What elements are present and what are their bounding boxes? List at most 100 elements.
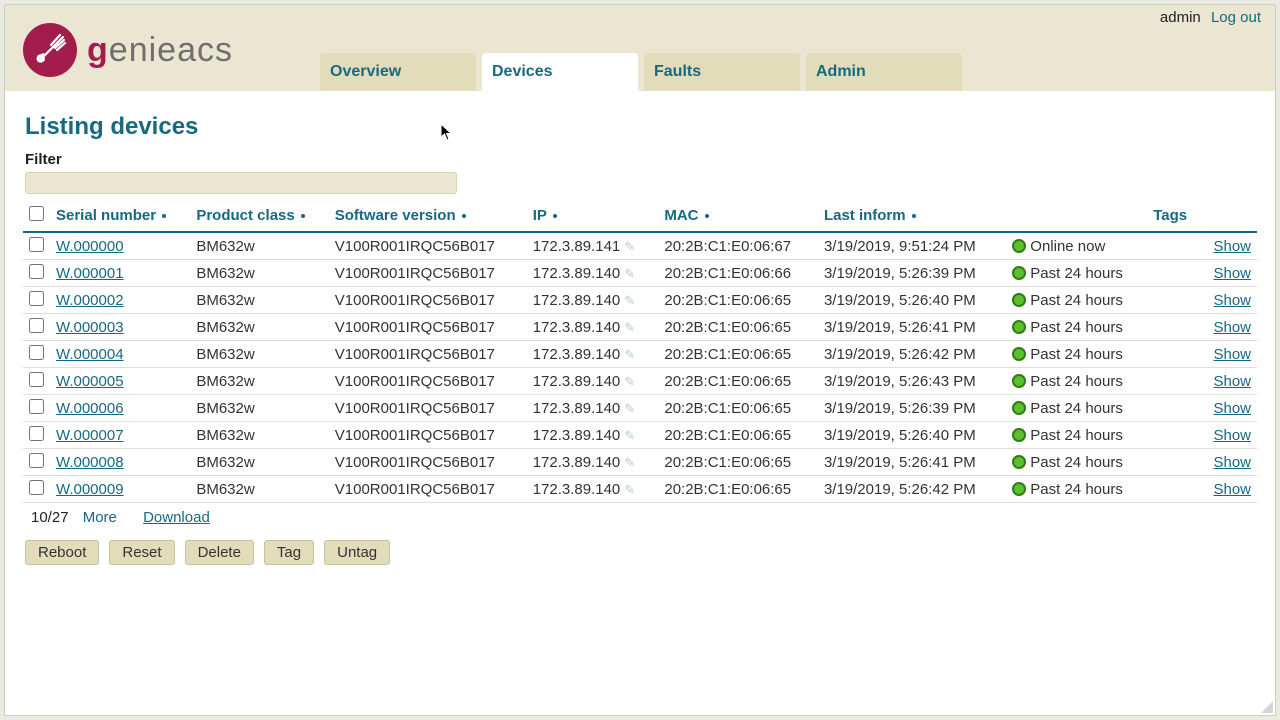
col-product[interactable]: Product class [190,202,328,232]
cell-tags [1147,449,1200,476]
ping-icon[interactable]: ✎ [624,266,635,282]
cell-mac: 20:2B:C1:E0:06:65 [658,449,818,476]
tag-button[interactable]: Tag [264,540,314,565]
tab-devices[interactable]: Devices [482,53,638,91]
ping-icon[interactable]: ✎ [624,428,635,444]
serial-link[interactable]: W.000003 [56,319,124,336]
serial-link[interactable]: W.000006 [56,400,124,417]
select-all-checkbox[interactable] [29,206,44,221]
filter-input[interactable] [25,172,457,194]
reset-button[interactable]: Reset [109,540,174,565]
cell-mac: 20:2B:C1:E0:06:65 [658,476,818,503]
serial-link[interactable]: W.000005 [56,373,124,390]
cell-software: V100R001IRQC56B017 [329,287,527,314]
status-dot-icon [1012,428,1026,442]
row-checkbox[interactable] [29,318,44,333]
serial-link[interactable]: W.000000 [56,238,124,255]
more-link[interactable]: More [83,509,117,526]
cell-mac: 20:2B:C1:E0:06:65 [658,314,818,341]
cell-product: BM632w [190,341,328,368]
ping-icon[interactable]: ✎ [624,374,635,390]
untag-button[interactable]: Untag [324,540,390,565]
show-link[interactable]: Show [1213,427,1251,444]
brand-logo[interactable]: genieacs [23,23,233,77]
reboot-button[interactable]: Reboot [25,540,99,565]
cell-product: BM632w [190,368,328,395]
show-link[interactable]: Show [1213,238,1251,255]
serial-link[interactable]: W.000007 [56,427,124,444]
cell-status: Past 24 hours [1006,287,1147,314]
row-checkbox[interactable] [29,426,44,441]
cell-ip: 172.3.89.140✎ [527,449,659,476]
col-mac[interactable]: MAC [658,202,818,232]
col-ip[interactable]: IP [527,202,659,232]
table-row: W.000000BM632wV100R001IRQC56B017172.3.89… [23,232,1257,260]
ping-icon[interactable]: ✎ [624,482,635,498]
logout-link[interactable]: Log out [1211,9,1261,26]
cell-software: V100R001IRQC56B017 [329,341,527,368]
resize-grip-icon[interactable] [1259,699,1273,713]
cell-product: BM632w [190,260,328,287]
col-lastinform[interactable]: Last inform [818,202,1006,232]
serial-link[interactable]: W.000004 [56,346,124,363]
status-dot-icon [1012,455,1026,469]
cell-status: Past 24 hours [1006,422,1147,449]
cell-tags [1147,287,1200,314]
col-software[interactable]: Software version [329,202,527,232]
row-checkbox[interactable] [29,399,44,414]
ping-icon[interactable]: ✎ [624,401,635,417]
table-row: W.000004BM632wV100R001IRQC56B017172.3.89… [23,341,1257,368]
status-dot-icon [1012,239,1026,253]
tab-admin[interactable]: Admin [806,53,962,91]
serial-link[interactable]: W.000002 [56,292,124,309]
ping-icon[interactable]: ✎ [624,455,635,471]
row-checkbox[interactable] [29,264,44,279]
delete-button[interactable]: Delete [185,540,254,565]
row-checkbox[interactable] [29,237,44,252]
table-row: W.000007BM632wV100R001IRQC56B017172.3.89… [23,422,1257,449]
current-user: admin [1160,9,1201,26]
cell-software: V100R001IRQC56B017 [329,260,527,287]
cell-lastinform: 3/19/2019, 5:26:40 PM [818,287,1006,314]
status-dot-icon [1012,293,1026,307]
tab-faults[interactable]: Faults [644,53,800,91]
serial-link[interactable]: W.000008 [56,454,124,471]
row-checkbox[interactable] [29,480,44,495]
cell-ip: 172.3.89.140✎ [527,314,659,341]
ping-icon[interactable]: ✎ [624,320,635,336]
show-link[interactable]: Show [1213,319,1251,336]
download-link[interactable]: Download [143,509,210,526]
show-link[interactable]: Show [1213,265,1251,282]
cell-mac: 20:2B:C1:E0:06:65 [658,422,818,449]
tab-overview[interactable]: Overview [320,53,476,91]
cell-software: V100R001IRQC56B017 [329,449,527,476]
cell-lastinform: 3/19/2019, 5:26:41 PM [818,314,1006,341]
cell-mac: 20:2B:C1:E0:06:65 [658,395,818,422]
row-checkbox[interactable] [29,372,44,387]
show-link[interactable]: Show [1213,373,1251,390]
ping-icon[interactable]: ✎ [624,293,635,309]
cell-status: Past 24 hours [1006,314,1147,341]
ping-icon[interactable]: ✎ [624,239,635,255]
show-link[interactable]: Show [1213,346,1251,363]
cell-status: Online now [1006,232,1147,260]
show-link[interactable]: Show [1213,400,1251,417]
filter-label: Filter [25,151,1257,168]
cell-ip: 172.3.89.140✎ [527,260,659,287]
status-dot-icon [1012,374,1026,388]
show-link[interactable]: Show [1213,454,1251,471]
row-checkbox[interactable] [29,453,44,468]
show-link[interactable]: Show [1213,292,1251,309]
show-link[interactable]: Show [1213,481,1251,498]
cell-ip: 172.3.89.140✎ [527,368,659,395]
cell-mac: 20:2B:C1:E0:06:65 [658,368,818,395]
serial-link[interactable]: W.000001 [56,265,124,282]
col-serial[interactable]: Serial number [50,202,190,232]
row-checkbox[interactable] [29,345,44,360]
col-tags[interactable]: Tags [1147,202,1200,232]
status-dot-icon [1012,266,1026,280]
row-checkbox[interactable] [29,291,44,306]
ping-icon[interactable]: ✎ [624,347,635,363]
serial-link[interactable]: W.000009 [56,481,124,498]
cell-status: Past 24 hours [1006,476,1147,503]
